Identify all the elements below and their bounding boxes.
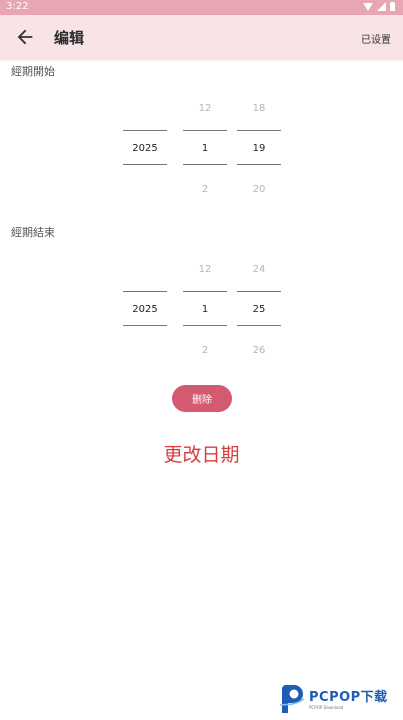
start-day-picker[interactable]: 18 19 20 [237, 95, 281, 205]
wifi-icon [363, 2, 373, 11]
picker-divider [237, 291, 281, 292]
end-month-next: 2 [201, 345, 209, 356]
start-month-value: 1 [201, 143, 209, 154]
picker-divider [123, 164, 167, 165]
end-month-value: 1 [201, 304, 209, 315]
back-arrow-icon[interactable] [14, 25, 36, 49]
start-day-next: 20 [252, 184, 266, 195]
end-day-next: 26 [252, 345, 266, 356]
end-year-picker[interactable]: 2025 [123, 256, 167, 366]
end-day-prev: 24 [252, 264, 266, 275]
watermark: PCPOP下载 PCPOP Download [278, 683, 402, 717]
start-month-picker[interactable]: 12 1 2 [183, 95, 227, 205]
pcpop-logo-icon [279, 685, 305, 713]
end-day-picker[interactable]: 24 25 26 [237, 256, 281, 366]
picker-divider [237, 325, 281, 326]
picker-divider [237, 130, 281, 131]
period-end-label: 經期結束 [11, 226, 55, 239]
status-bar: 3:22 [0, 0, 403, 15]
app-bar: 编辑 已设置 [0, 15, 403, 60]
picker-divider [123, 291, 167, 292]
picker-divider [183, 291, 227, 292]
period-start-label: 經期開始 [11, 65, 55, 78]
delete-button[interactable]: 删除 [172, 385, 232, 412]
start-year-picker[interactable]: 2025 [123, 95, 167, 205]
battery-icon [390, 2, 395, 11]
status-time: 3:22 [6, 1, 29, 12]
end-day-value: 25 [252, 304, 266, 315]
picker-divider [183, 130, 227, 131]
start-day-value: 19 [252, 143, 266, 154]
picker-divider [123, 325, 167, 326]
page-title: 编辑 [54, 29, 85, 47]
picker-divider [123, 130, 167, 131]
watermark-subtitle: PCPOP Download [309, 705, 344, 710]
picker-divider [183, 325, 227, 326]
picker-divider [183, 164, 227, 165]
picker-divider [237, 164, 281, 165]
start-month-prev: 12 [198, 103, 212, 114]
start-year-value: 2025 [132, 143, 158, 154]
end-month-picker[interactable]: 12 1 2 [183, 256, 227, 366]
signal-icon [377, 2, 386, 11]
set-status-label[interactable]: 已设置 [361, 31, 391, 46]
change-date-caption: 更改日期 [163, 444, 240, 466]
end-month-prev: 12 [198, 264, 212, 275]
start-day-prev: 18 [252, 103, 266, 114]
watermark-brand: PCPOP下载 [309, 690, 388, 705]
status-icons [363, 2, 395, 11]
start-month-next: 2 [201, 184, 209, 195]
end-year-value: 2025 [132, 304, 158, 315]
